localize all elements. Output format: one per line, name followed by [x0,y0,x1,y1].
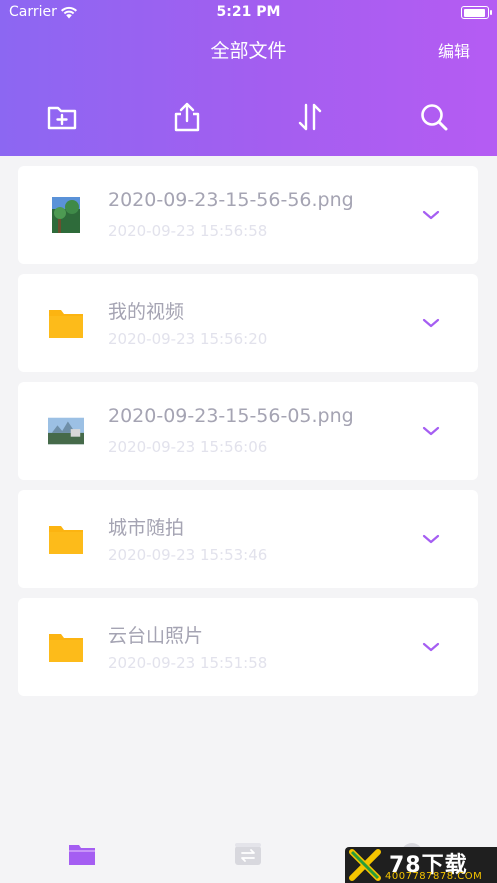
folder-date: 2020-09-23 15:51:58 [108,654,268,672]
file-date: 2020-09-23 15:56:58 [108,222,268,240]
files-tab-icon[interactable] [68,840,96,868]
chevron-down-icon[interactable] [422,425,440,437]
file-row[interactable]: 2020-09-23-15-56-56.png 2020-09-23 15:56… [18,166,478,264]
chevron-down-icon[interactable] [422,317,440,329]
folder-name: 云台山照片 [108,625,204,647]
edit-button[interactable]: 编辑 [438,38,470,62]
folder-row[interactable]: 我的视频 2020-09-23 15:56:20 [18,274,478,372]
clock: 5:21 PM [216,4,281,20]
folder-name: 我的视频 [108,301,185,323]
new-folder-icon[interactable] [45,100,79,134]
image-thumbnail [48,197,84,233]
page-title: 全部文件 [210,40,287,62]
folder-icon [48,521,84,557]
folder-name: 城市随拍 [108,517,185,539]
file-row[interactable]: 2020-09-23-15-56-05.png 2020-09-23 15:56… [18,382,478,480]
chevron-down-icon[interactable] [422,533,440,545]
file-name: 2020-09-23-15-56-56.png [108,189,354,211]
header: Carrier 5:21 PM 全部文件 编辑 [0,0,497,156]
battery-icon [461,6,492,19]
folder-icon [48,629,84,665]
file-date: 2020-09-23 15:56:06 [108,438,268,456]
share-icon[interactable] [170,100,204,134]
folder-row[interactable]: 城市随拍 2020-09-23 15:53:46 [18,490,478,588]
search-icon[interactable] [417,100,451,134]
file-name: 2020-09-23-15-56-05.png [108,405,354,427]
watermark-sub: 4007787878.COM [385,871,483,882]
status-bar: Carrier 5:21 PM [0,0,497,26]
chevron-down-icon[interactable] [422,209,440,221]
folder-date: 2020-09-23 15:56:20 [108,330,268,348]
watermark: 78下载 4007787878.COM [345,847,497,883]
image-thumbnail [48,413,84,449]
folder-date: 2020-09-23 15:53:46 [108,546,268,564]
toolbar [0,100,497,134]
chevron-down-icon[interactable] [422,641,440,653]
folder-row[interactable]: 云台山照片 2020-09-23 15:51:58 [18,598,478,696]
sort-icon[interactable] [293,100,327,134]
x-logo-icon [349,849,381,881]
folder-icon [48,305,84,341]
transfer-tab-icon[interactable] [234,840,262,868]
